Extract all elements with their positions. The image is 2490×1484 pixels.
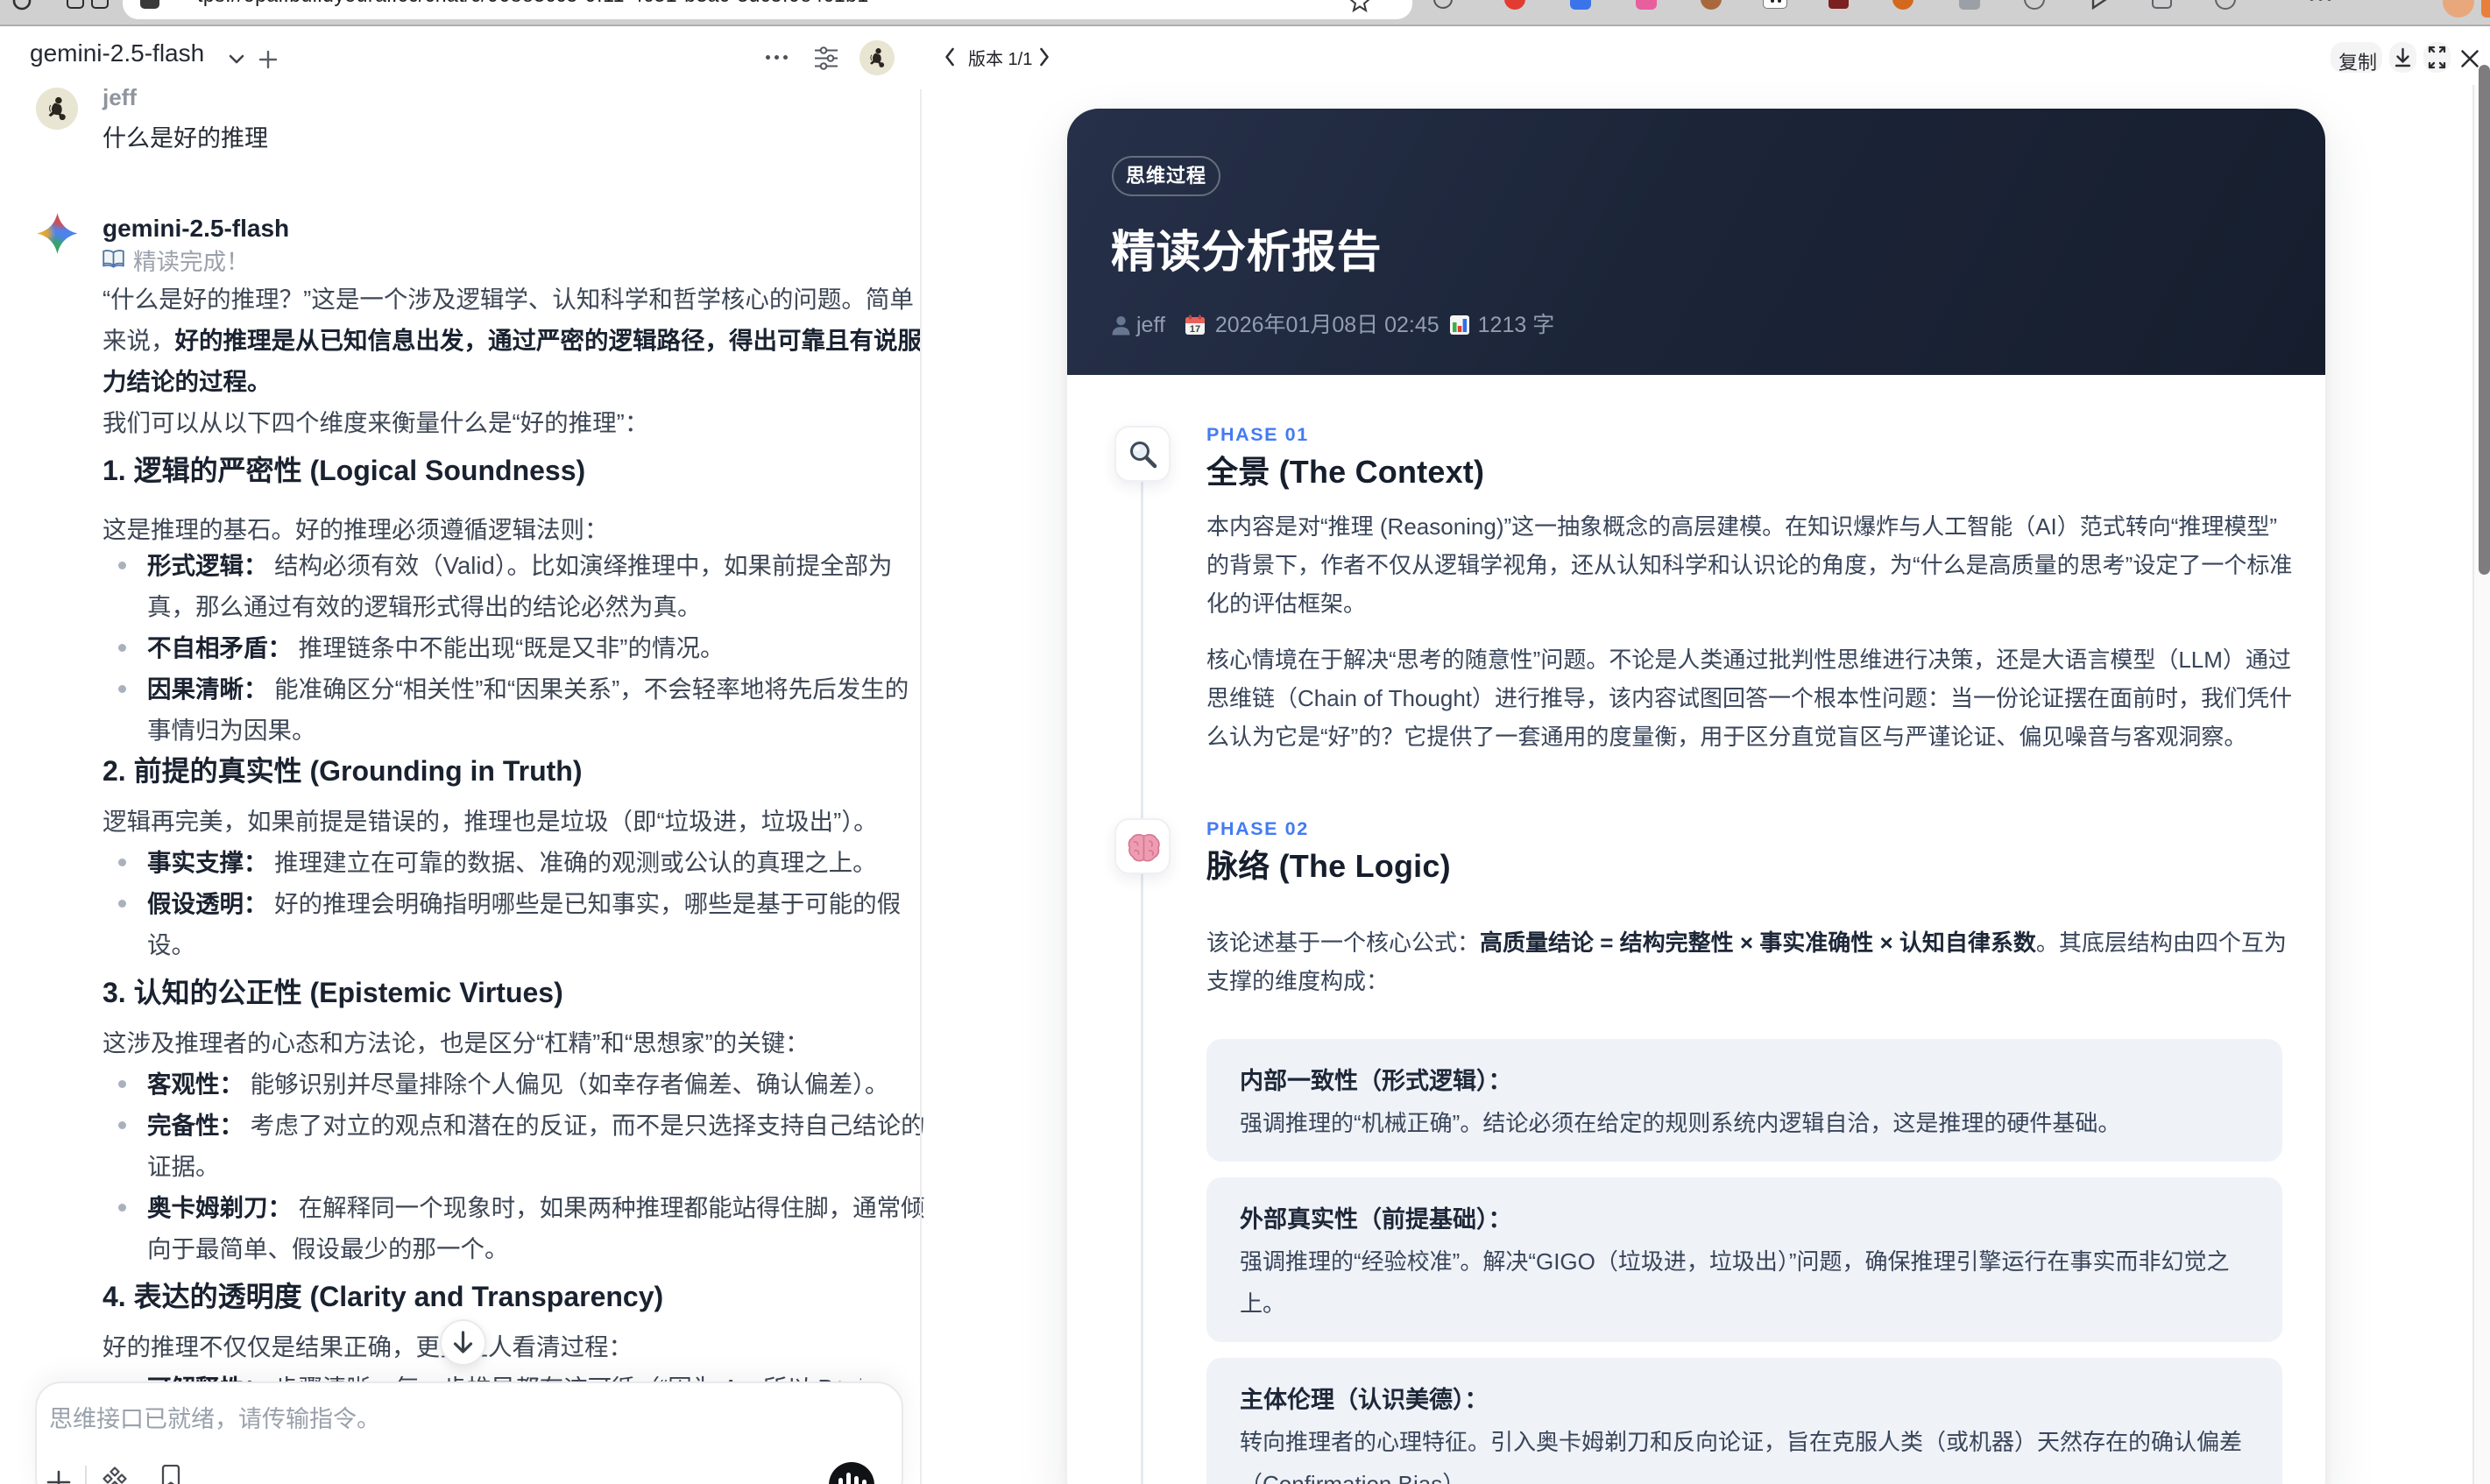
svg-text:17: 17 xyxy=(1190,324,1200,335)
